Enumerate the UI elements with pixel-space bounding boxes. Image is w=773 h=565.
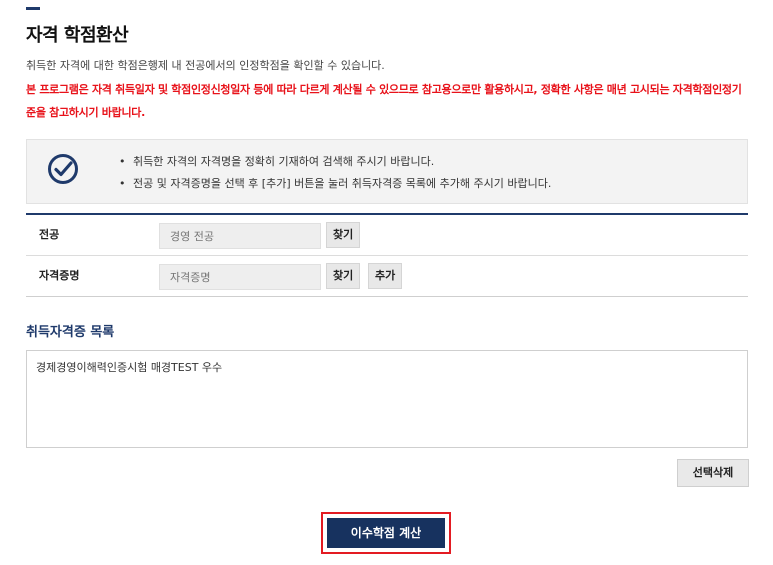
calculate-credits-button[interactable]: 이수학점 계산 [327, 518, 445, 548]
check-circle-icon [48, 154, 78, 184]
calculate-highlight: 이수학점 계산 [321, 512, 451, 554]
major-find-button[interactable]: 찾기 [326, 222, 361, 248]
info-box: • 취득한 자격의 자격명을 정확히 기재하여 검색해 주시기 바랍니다. • 전공… [26, 139, 748, 204]
page-description: 취득한 자격에 대한 학점은행제 내 전공에서의 인정학점을 확인할 수 있습니… [26, 59, 385, 72]
delete-selected-button[interactable]: 선택삭제 [677, 459, 749, 487]
certificate-find-button[interactable]: 찾기 [326, 263, 361, 289]
warning-notice: 본 프로그램은 자격 취득일자 및 학점인정신청일자 등에 따라 다르게 계산될… [26, 83, 742, 119]
list-item[interactable]: 경제경영이해력인증시험 매경TEST 우수 [36, 359, 738, 375]
acquired-list[interactable]: 경제경영이해력인증시험 매경TEST 우수 [26, 350, 748, 448]
major-input[interactable] [159, 223, 321, 249]
search-form: 전공 찾기 자격증명 찾기 추가 [26, 213, 748, 297]
major-label: 전공 [39, 228, 60, 241]
info-item: • 전공 및 자격증명을 선택 후 [추가] 버튼을 눌러 취득자격증 목록에 추… [119, 177, 552, 190]
info-item: • 취득한 자격의 자격명을 정확히 기재하여 검색해 주시기 바랍니다. [119, 155, 435, 168]
page-title: 자격 학점환산 [26, 25, 129, 46]
certificate-input[interactable] [159, 264, 321, 290]
certificate-row: 자격증명 찾기 추가 [26, 255, 748, 296]
acquired-list-title: 취득자격증 목록 [26, 325, 115, 340]
certificate-label: 자격증명 [39, 269, 80, 282]
info-list: • 취득한 자격의 자격명을 정확히 기재하여 검색해 주시기 바랍니다. • 전공… [119, 154, 551, 198]
title-accent-bar [26, 7, 40, 10]
major-row: 전공 찾기 [26, 215, 748, 255]
certificate-add-button[interactable]: 추가 [368, 263, 403, 289]
